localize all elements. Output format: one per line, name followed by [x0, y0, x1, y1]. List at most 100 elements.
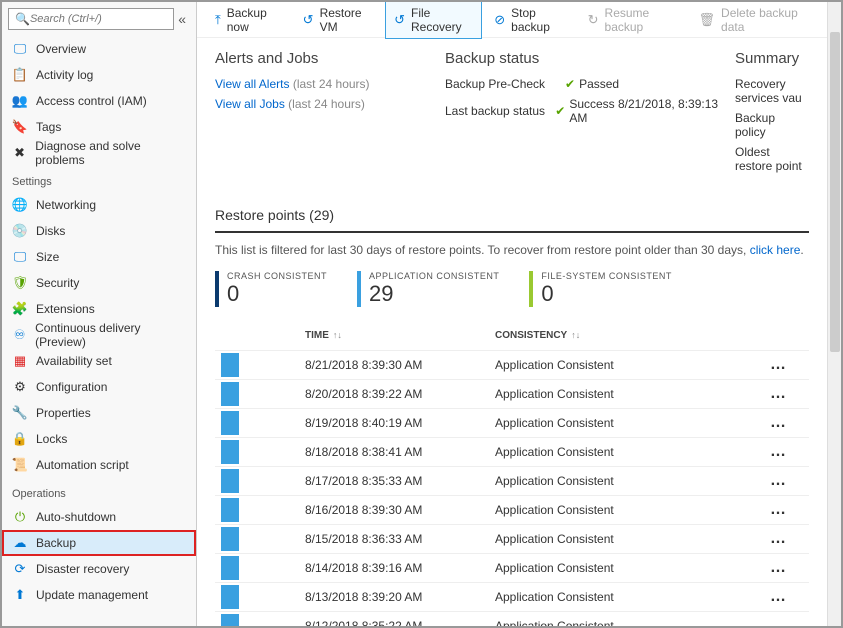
stat-value: 29 — [369, 281, 499, 307]
toolbar-icon: ⊘ — [494, 12, 505, 28]
sidebar-item[interactable]: 📋 Activity log — [2, 62, 196, 88]
precheck-label: Backup Pre-Check — [445, 77, 565, 91]
side-label: Disks — [36, 224, 65, 238]
table-row[interactable]: 8/16/2018 8:39:30 AMApplication Consiste… — [215, 496, 809, 525]
side-label: Activity log — [36, 68, 93, 82]
sidebar-item[interactable]: ✖Diagnose and solve problems — [2, 140, 196, 166]
row-color-bar — [221, 411, 239, 435]
toolbar-icon: 🗑 — [699, 12, 716, 28]
view-all-jobs-link[interactable]: View all Jobs — [215, 97, 285, 111]
sidebar-item[interactable]: 🧩 Extensions — [2, 296, 196, 322]
sidebar-item[interactable]: 🔒Locks — [2, 426, 196, 452]
sidebar-item[interactable]: ⚙Configuration — [2, 374, 196, 400]
stat-label: CRASH CONSISTENT — [227, 271, 327, 281]
more-icon[interactable]: … — [770, 472, 788, 489]
row-cons: Application Consistent — [495, 503, 749, 517]
sidebar-item[interactable]: 💿Disks — [2, 218, 196, 244]
table-row[interactable]: 8/17/2018 8:35:33 AMApplication Consiste… — [215, 467, 809, 496]
table-row[interactable]: 8/12/2018 8:35:22 AMApplication Consiste… — [215, 612, 809, 626]
sidebar-item[interactable]: ⟳Disaster recovery — [2, 556, 196, 582]
side-label: Continuous delivery (Preview) — [35, 321, 186, 349]
row-color-bar — [221, 556, 239, 580]
sidebar-item[interactable]: ▦Availability set — [2, 348, 196, 374]
row-cons: Application Consistent — [495, 358, 749, 372]
jobs-last: (last 24 hours) — [288, 97, 365, 111]
table-row[interactable]: 8/20/2018 8:39:22 AMApplication Consiste… — [215, 380, 809, 409]
table-row[interactable]: 8/19/2018 8:40:19 AMApplication Consiste… — [215, 409, 809, 438]
side-icon: 📋 — [12, 67, 28, 83]
search-input-container[interactable]: 🔍 — [8, 8, 174, 30]
more-icon[interactable]: … — [770, 501, 788, 518]
more-icon[interactable]: … — [770, 385, 788, 402]
stop-backup-button[interactable]: ⊘Stop backup — [486, 2, 575, 38]
row-cons: Application Consistent — [495, 619, 749, 626]
sidebar-item[interactable]: ⏻ Auto-shutdown — [2, 504, 196, 530]
side-icon: 🔖 — [12, 119, 28, 135]
summary-title: Summary — [735, 50, 809, 67]
side-label: Backup — [36, 536, 76, 550]
row-cons: Application Consistent — [495, 445, 749, 459]
row-color-bar — [221, 382, 239, 406]
row-color-bar — [221, 498, 239, 522]
sidebar-item[interactable]: 🖵Size — [2, 244, 196, 270]
row-color-bar — [221, 585, 239, 609]
sidebar-item[interactable]: 📜Automation script — [2, 452, 196, 478]
backup-status-title: Backup status — [445, 50, 725, 67]
backup-now-button[interactable]: ⤒Backup now — [207, 2, 291, 38]
table-row[interactable]: 8/21/2018 8:39:30 AMApplication Consiste… — [215, 351, 809, 380]
search-icon: 🔍 — [15, 12, 30, 26]
more-icon[interactable]: … — [770, 617, 788, 626]
more-icon[interactable]: … — [770, 530, 788, 547]
table-row[interactable]: 8/13/2018 8:39:20 AMApplication Consiste… — [215, 583, 809, 612]
more-icon[interactable]: … — [770, 443, 788, 460]
row-time: 8/14/2018 8:39:16 AM — [305, 561, 495, 575]
row-color-bar — [221, 527, 239, 551]
side-icon: 🧩 — [12, 301, 28, 317]
restore-vm-button[interactable]: ↺Restore VM — [295, 2, 381, 38]
sidebar-item[interactable]: 🔖Tags — [2, 114, 196, 140]
sidebar-item[interactable]: 🖵Overview — [2, 36, 196, 62]
row-cons: Application Consistent — [495, 590, 749, 604]
row-time: 8/16/2018 8:39:30 AM — [305, 503, 495, 517]
click-here-link[interactable]: click here — [750, 243, 801, 257]
file-recovery-button[interactable]: ↺File Recovery — [385, 2, 482, 39]
side-icon: 🖵 — [12, 249, 28, 265]
col-time[interactable]: TIME — [305, 330, 329, 341]
scrollbar[interactable] — [827, 2, 841, 626]
sidebar-item[interactable]: ⬆Update management — [2, 582, 196, 608]
table-row[interactable]: 8/18/2018 8:38:41 AMApplication Consiste… — [215, 438, 809, 467]
stat-label: FILE-SYSTEM CONSISTENT — [541, 271, 672, 281]
side-label: Auto-shutdown — [36, 510, 116, 524]
side-icon: ☁ — [12, 535, 28, 551]
sidebar-item[interactable]: ☁ Backup — [2, 530, 196, 556]
row-cons: Application Consistent — [495, 474, 749, 488]
summary-item: Recovery services vau — [735, 77, 809, 105]
sort-indicator: ↑↓ — [571, 330, 580, 340]
more-icon[interactable]: … — [770, 414, 788, 431]
sidebar-item[interactable]: 👥Access control (IAM) — [2, 88, 196, 114]
delete-backup-button: 🗑Delete backup data — [691, 2, 817, 38]
sidebar-item[interactable]: ♾Continuous delivery (Preview) — [2, 322, 196, 348]
lastbackup-label: Last backup status — [445, 104, 555, 118]
side-icon: ⏻ — [12, 509, 28, 525]
sidebar-item[interactable]: 🛡Security — [2, 270, 196, 296]
more-icon[interactable]: … — [770, 588, 788, 605]
view-all-alerts-link[interactable]: View all Alerts — [215, 77, 289, 91]
col-cons[interactable]: CONSISTENCY — [495, 330, 567, 341]
table-row[interactable]: 8/14/2018 8:39:16 AMApplication Consiste… — [215, 554, 809, 583]
more-icon[interactable]: … — [770, 559, 788, 576]
row-cons: Application Consistent — [495, 416, 749, 430]
side-icon: ⚙ — [12, 379, 28, 395]
side-icon: 📜 — [12, 457, 28, 473]
side-label: Extensions — [36, 302, 95, 316]
main-pane: ⤒Backup now↺Restore VM↺File Recovery⊘Sto… — [197, 2, 827, 626]
table-row[interactable]: 8/15/2018 8:36:33 AMApplication Consiste… — [215, 525, 809, 554]
stat-app: APPLICATION CONSISTENT 29 — [357, 271, 499, 307]
search-input[interactable] — [30, 13, 167, 25]
sidebar-item[interactable]: 🔧Properties — [2, 400, 196, 426]
sidebar-item[interactable]: 🌐Networking — [2, 192, 196, 218]
alerts-last: (last 24 hours) — [293, 77, 370, 91]
more-icon[interactable]: … — [770, 356, 788, 373]
collapse-icon[interactable]: « — [174, 11, 190, 27]
row-cons: Application Consistent — [495, 561, 749, 575]
